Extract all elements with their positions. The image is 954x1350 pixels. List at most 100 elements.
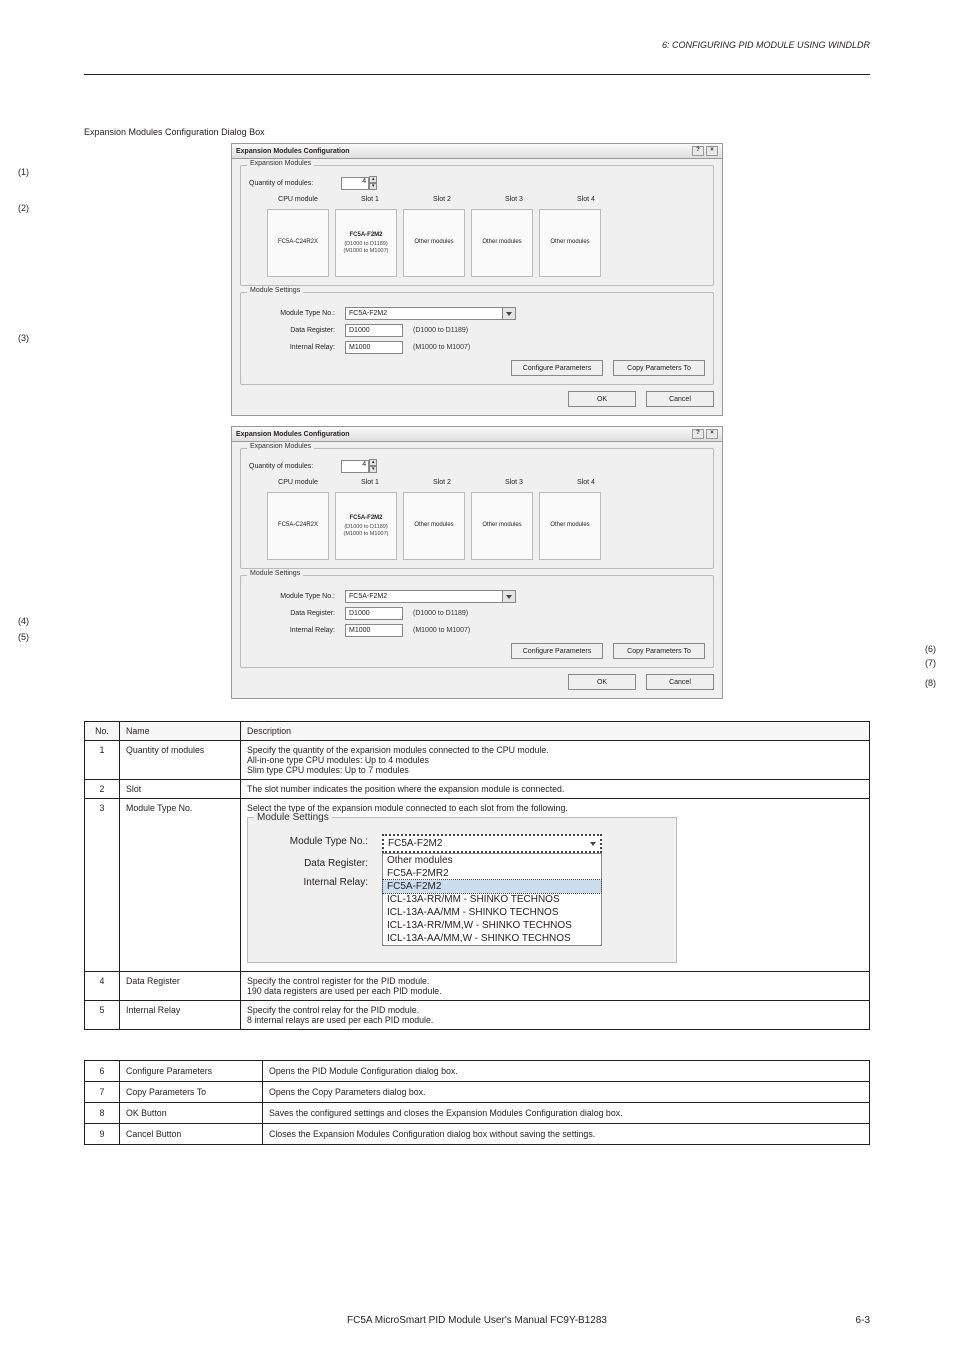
table-row: 1 Quantity of modules Specify the quanti… (85, 741, 870, 780)
configure-parameters-button[interactable]: Configure Parameters (511, 360, 603, 376)
dropdown-option[interactable]: Other modules (383, 854, 601, 867)
module-settings-label: Module Settings (247, 287, 303, 294)
copy-parameters-button[interactable]: Copy Parameters To (613, 360, 705, 376)
dropdown-option[interactable]: ICL-13A-AA/MM,W - SHINKO TECHNOS (383, 932, 601, 945)
cell-desc: Closes the Expansion Modules Configurati… (263, 1124, 870, 1145)
table-row: 5 Internal Relay Specify the control rel… (85, 1001, 870, 1030)
expansion-dialog-top: Expansion Modules Configuration ? × Expa… (231, 143, 723, 416)
cell-desc: The slot number indicates the position w… (241, 780, 870, 799)
module-type-dropdown-list[interactable]: Other modules FC5A-F2MR2 FC5A-F2M2 ICL-1… (382, 853, 602, 946)
cell-desc: Specify the control relay for the PID mo… (241, 1001, 870, 1030)
settings-table-1: No. Name Description 1 Quantity of modul… (84, 721, 870, 1030)
cell-name: OK Button (120, 1103, 263, 1124)
slot3-label: Other modules (482, 522, 521, 529)
slot4-label: Other modules (550, 239, 589, 246)
quantity-value[interactable]: 4 (341, 177, 369, 190)
quantity-stepper[interactable]: 4 ▴▾ (341, 176, 377, 190)
slot2-box[interactable]: Other modules (403, 492, 465, 560)
data-register-range: (D1000 to D1189) (413, 327, 468, 334)
data-register-label: Data Register: (249, 327, 335, 334)
cell-no: 6 (85, 1061, 120, 1082)
quantity-stepper[interactable]: 4 ▴▾ (341, 459, 377, 473)
configure-parameters-button[interactable]: Configure Parameters (511, 643, 603, 659)
help-button[interactable]: ? (692, 146, 704, 156)
callout-7: (7) (925, 658, 936, 668)
dropdown-option[interactable]: ICL-13A-RR/MM - SHINKO TECHNOS (383, 893, 601, 906)
chevron-down-icon[interactable] (502, 590, 516, 603)
cell-no: 2 (85, 780, 120, 799)
slot4-box[interactable]: Other modules (539, 492, 601, 560)
close-button[interactable]: × (706, 429, 718, 439)
ok-button[interactable]: OK (568, 391, 636, 407)
spin-down-icon[interactable]: ▾ (369, 183, 377, 190)
internal-relay-range: (M1000 to M1007) (413, 627, 470, 634)
cell-desc: Opens the Copy Parameters dialog box. (263, 1082, 870, 1103)
slot3-box[interactable]: Other modules (471, 492, 533, 560)
cell-desc: Opens the PID Module Configuration dialo… (263, 1061, 870, 1082)
module-type-select[interactable]: FC5A-F2M2 (345, 590, 503, 603)
internal-relay-input[interactable]: M1000 (345, 341, 403, 354)
spin-up-icon[interactable]: ▴ (369, 176, 377, 183)
slot1-box[interactable]: FC5A-F2M2 (D1000 to D1189) (M1000 to M10… (335, 209, 397, 277)
callout-5: (5) (18, 632, 29, 642)
dropdown-option[interactable]: FC5A-F2MR2 (383, 867, 601, 880)
data-register-range: (D1000 to D1189) (413, 610, 468, 617)
data-register-input[interactable]: D1000 (345, 324, 403, 337)
dropdown-option-selected[interactable]: FC5A-F2M2 (383, 880, 601, 893)
slot2-box[interactable]: Other modules (403, 209, 465, 277)
cell-no: 5 (85, 1001, 120, 1030)
slot3-header: Slot 3 (491, 196, 537, 203)
module-type-select[interactable]: FC5A-F2M2 (345, 307, 503, 320)
cell-no: 4 (85, 972, 120, 1001)
spin-up-icon[interactable]: ▴ (369, 459, 377, 466)
module-type-value: FC5A-F2M2 (349, 593, 387, 600)
cell-desc: Select the type of the expansion module … (241, 799, 870, 972)
slot3-box[interactable]: Other modules (471, 209, 533, 277)
cpu-header: CPU module (275, 479, 321, 486)
table-row: 9 Cancel Button Closes the Expansion Mod… (85, 1124, 870, 1145)
slot1-ir-range: (M1000 to M1007) (344, 248, 389, 255)
cancel-button[interactable]: Cancel (646, 391, 714, 407)
expansion-dialog-bottom: Expansion Modules Configuration ? × Expa… (231, 426, 723, 699)
cell-name: Module Type No. (120, 799, 241, 972)
copy-parameters-button[interactable]: Copy Parameters To (613, 643, 705, 659)
cell-no: 9 (85, 1124, 120, 1145)
th-name: Name (120, 722, 241, 741)
cell-no: 8 (85, 1103, 120, 1124)
close-button[interactable]: × (706, 146, 718, 156)
chevron-down-icon[interactable] (590, 842, 596, 846)
internal-relay-input[interactable]: M1000 (345, 624, 403, 637)
slot1-module-name: FC5A-F2M2 (349, 515, 382, 522)
cancel-button[interactable]: Cancel (646, 674, 714, 690)
slot4-box[interactable]: Other modules (539, 209, 601, 277)
data-register-input[interactable]: D1000 (345, 607, 403, 620)
callout-4: (4) (18, 616, 29, 626)
slot4-label: Other modules (550, 522, 589, 529)
cell-desc: Specify the control register for the PID… (241, 972, 870, 1001)
th-no: No. (85, 722, 120, 741)
cell-no: 1 (85, 741, 120, 780)
group-label: Expansion Modules (247, 160, 314, 167)
spin-down-icon[interactable]: ▾ (369, 466, 377, 473)
slot2-label: Other modules (414, 522, 453, 529)
dropdown-option[interactable]: ICL-13A-AA/MM - SHINKO TECHNOS (383, 906, 601, 919)
cpu-box[interactable]: FC5A-C24R2X (267, 209, 329, 277)
ok-button[interactable]: OK (568, 674, 636, 690)
module-type-select[interactable]: FC5A-F2M2 (382, 834, 602, 853)
quantity-value[interactable]: 4 (341, 460, 369, 473)
cpu-box[interactable]: FC5A-C24R2X (267, 492, 329, 560)
footer: FC5A MicroSmart PID Module User's Manual… (0, 1315, 954, 1326)
slot1-box[interactable]: FC5A-F2M2 (D1000 to D1189) (M1000 to M10… (335, 492, 397, 560)
quantity-label: Quantity of modules: (249, 463, 313, 470)
chevron-down-icon[interactable] (502, 307, 516, 320)
dialog-title-text: Expansion Modules Configuration (236, 431, 350, 438)
help-button[interactable]: ? (692, 429, 704, 439)
module-type-label: Module Type No.: (258, 834, 368, 847)
module-type-label: Module Type No.: (249, 310, 335, 317)
callout-2: (2) (18, 203, 29, 213)
dropdown-option[interactable]: ICL-13A-RR/MM,W - SHINKO TECHNOS (383, 919, 601, 932)
internal-relay-label: Internal Relay: (249, 627, 335, 634)
table-row: 7 Copy Parameters To Opens the Copy Para… (85, 1082, 870, 1103)
internal-relay-label: Internal Relay: (258, 875, 368, 888)
table-row: 6 Configure Parameters Opens the PID Mod… (85, 1061, 870, 1082)
